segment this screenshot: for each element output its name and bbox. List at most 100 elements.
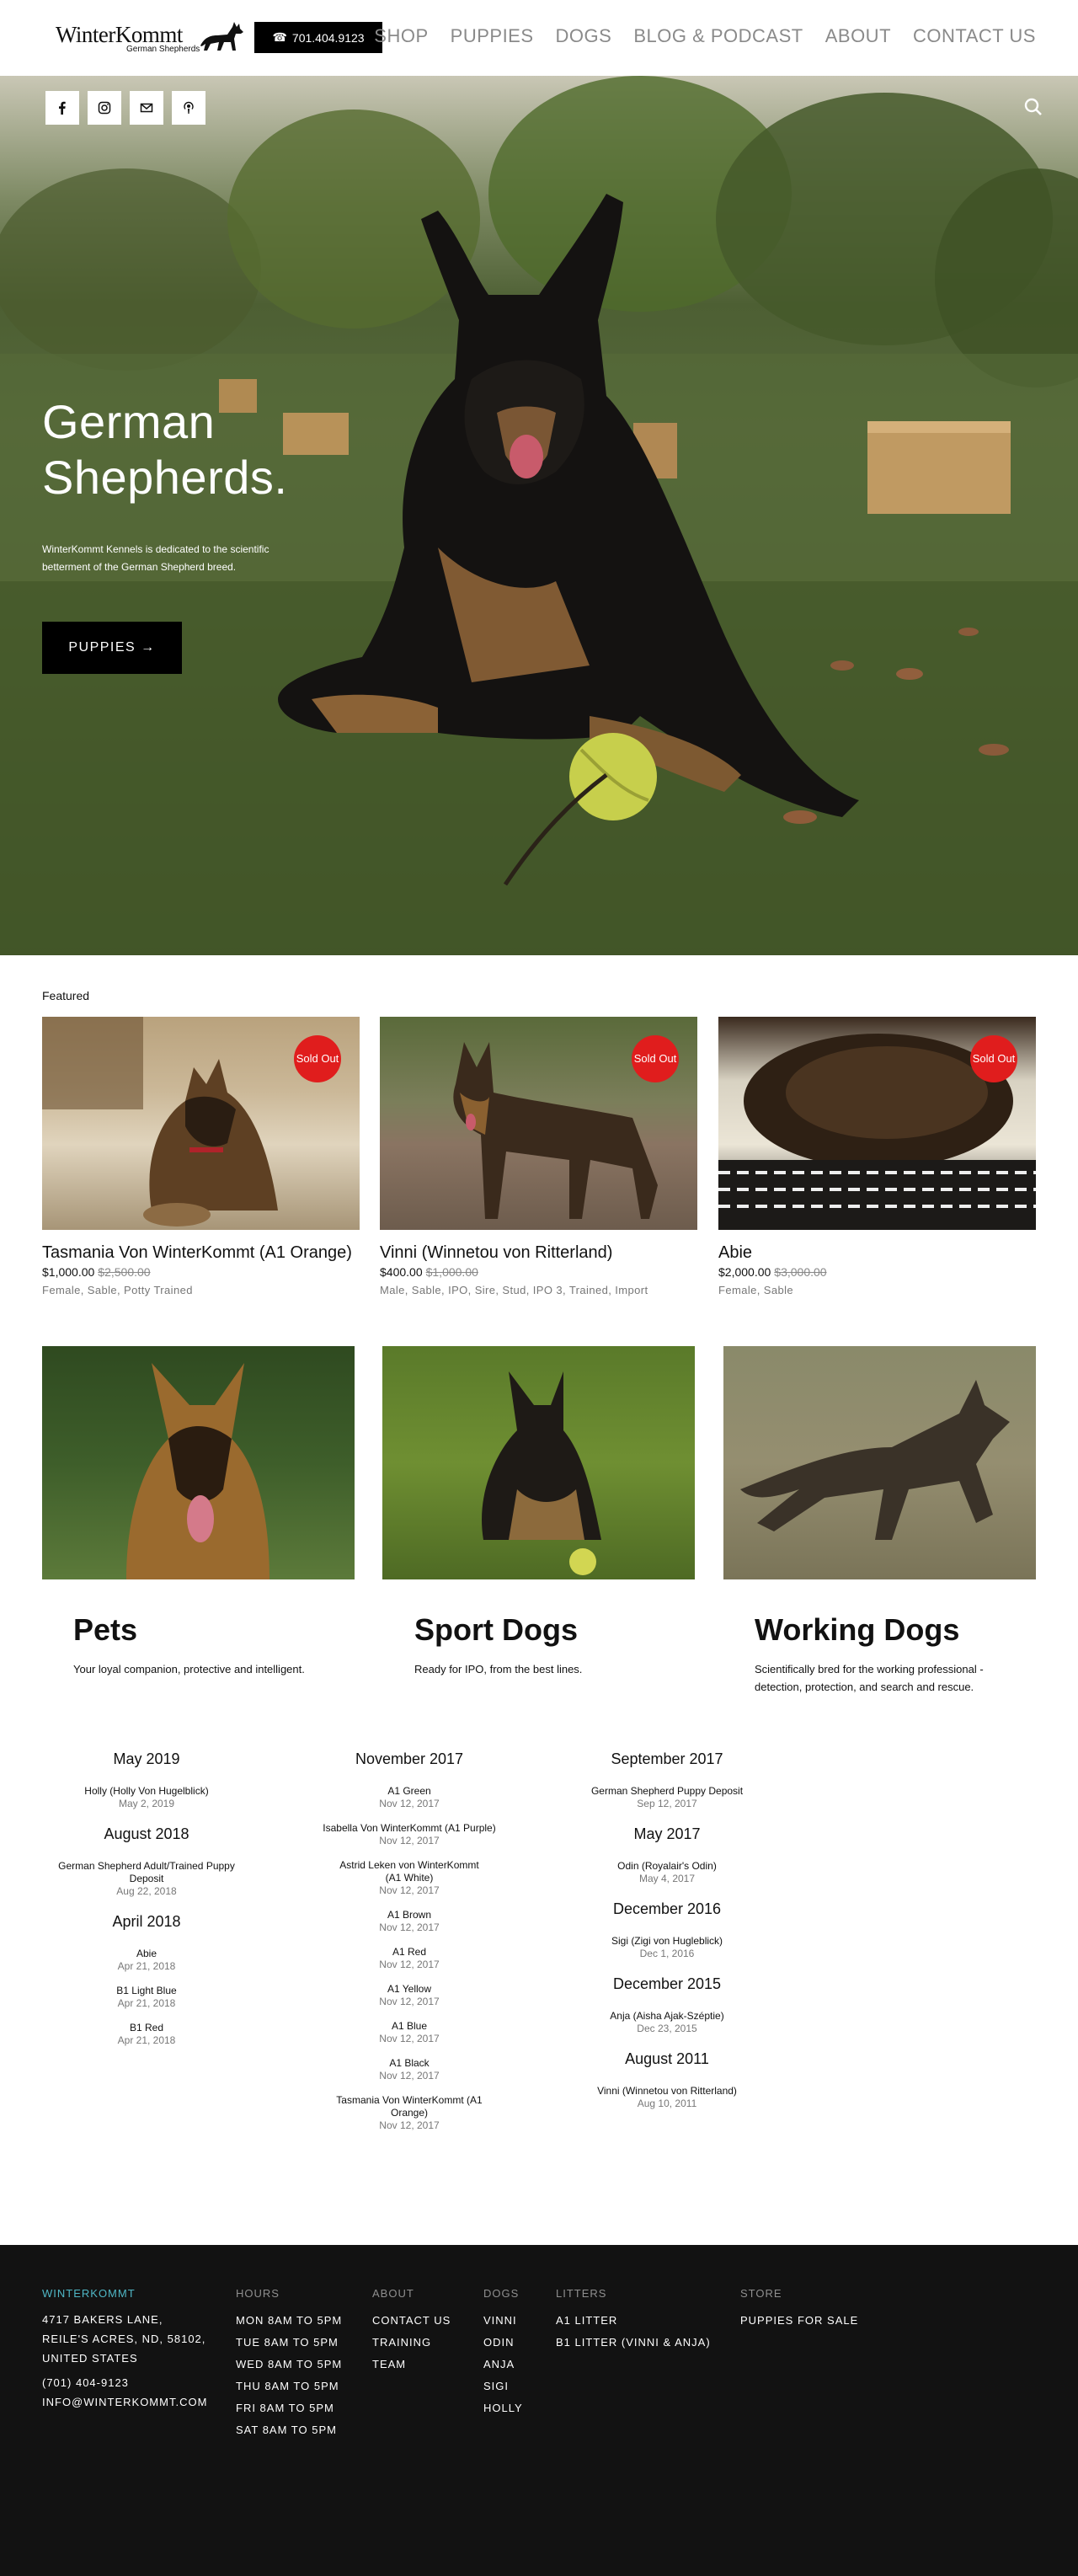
archive-entry[interactable]: A1 Yellow Nov 12, 2017 xyxy=(305,1983,514,2008)
archive-entry[interactable]: A1 Black Nov 12, 2017 xyxy=(305,2057,514,2082)
search-icon[interactable] xyxy=(1022,96,1044,118)
archive-month[interactable]: November 2017 xyxy=(305,1750,514,1768)
footer-link-vinni[interactable]: VINNI xyxy=(483,2310,523,2332)
archive-entry[interactable]: A1 Green Nov 12, 2017 xyxy=(305,1785,514,1810)
archive-entry[interactable]: Anja (Aisha Ajak-Széptie) Dec 23, 2015 xyxy=(563,2010,771,2035)
footer-email[interactable]: INFO@WINTERKOMMT.COM xyxy=(42,2392,207,2412)
entry-title[interactable]: Astrid Leken von WinterKommt (A1 White) xyxy=(332,1859,487,1884)
nav-contact[interactable]: CONTACT US xyxy=(913,25,1036,47)
archive-entry[interactable]: A1 Blue Nov 12, 2017 xyxy=(305,2020,514,2045)
archive-entry[interactable]: Sigi (Zigi von Hugleblick) Dec 1, 2016 xyxy=(563,1935,771,1960)
product-image[interactable]: Sold Out xyxy=(380,1017,697,1230)
entry-title[interactable]: A1 Blue xyxy=(305,2020,514,2033)
featured-label: Featured xyxy=(42,989,90,1002)
entry-date: Dec 1, 2016 xyxy=(639,1948,695,1959)
archive-entry[interactable]: A1 Red Nov 12, 2017 xyxy=(305,1946,514,1971)
site-logo[interactable]: WinterKommt German Shepherds xyxy=(56,20,244,56)
entry-title[interactable]: German Shepherd Puppy Deposit xyxy=(563,1785,771,1798)
nav-dogs[interactable]: DOGS xyxy=(556,25,612,47)
entry-title[interactable]: Sigi (Zigi von Hugleblick) xyxy=(563,1935,771,1948)
product-image[interactable]: Sold Out xyxy=(718,1017,1036,1230)
working-dogs-image[interactable] xyxy=(723,1346,1036,1579)
product-name[interactable]: Vinni (Winnetou von Ritterland) xyxy=(380,1242,697,1264)
working-dogs-title[interactable]: Working Dogs xyxy=(755,1612,959,1648)
instagram-link[interactable] xyxy=(88,91,121,125)
facebook-icon xyxy=(59,101,66,115)
entry-title[interactable]: A1 Red xyxy=(305,1946,514,1959)
pets-image[interactable] xyxy=(42,1346,355,1579)
archive-entry[interactable]: A1 Brown Nov 12, 2017 xyxy=(305,1909,514,1934)
footer-link-contact[interactable]: CONTACT US xyxy=(372,2310,451,2332)
archive-month[interactable]: September 2017 xyxy=(563,1750,771,1768)
footer-link-sigi[interactable]: SIGI xyxy=(483,2376,523,2397)
footer-link-odin[interactable]: ODIN xyxy=(483,2332,523,2354)
archive-entry[interactable]: Isabella Von WinterKommt (A1 Purple) Nov … xyxy=(305,1822,514,1847)
archive-month[interactable]: December 2015 xyxy=(563,1975,771,1993)
archive-month[interactable]: May 2017 xyxy=(563,1825,771,1843)
archive-entry[interactable]: German Shepherd Puppy Deposit Sep 12, 201… xyxy=(563,1785,771,1810)
product-image[interactable]: Sold Out xyxy=(42,1017,360,1230)
footer-link-anja[interactable]: ANJA xyxy=(483,2354,523,2376)
entry-title[interactable]: Anja (Aisha Ajak-Széptie) xyxy=(563,2010,771,2023)
nav-blog-podcast[interactable]: BLOG & PODCAST xyxy=(633,25,803,47)
nav-puppies[interactable]: PUPPIES xyxy=(451,25,534,47)
footer-link-a1-litter[interactable]: A1 LITTER xyxy=(556,2310,711,2332)
product-card[interactable]: Sold Out Vinni (Winnetou von Ritterland)… xyxy=(380,1017,697,1296)
archive-entry[interactable]: Odin (Royalair's Odin) May 4, 2017 xyxy=(563,1860,771,1885)
footer-link-b1-litter[interactable]: B1 LITTER (VINNI & ANJA) xyxy=(556,2332,711,2354)
pets-description: Your loyal companion, protective and int… xyxy=(73,1663,305,1675)
entry-title[interactable]: B1 Light Blue xyxy=(42,1985,251,1997)
archive-entry[interactable]: Vinni (Winnetou von Ritterland) Aug 10, 2… xyxy=(563,2085,771,2110)
product-card[interactable]: Sold Out Abie $2,000.00 $3,000.00 Female,… xyxy=(718,1017,1036,1296)
entry-title[interactable]: A1 Brown xyxy=(305,1909,514,1921)
archive-entry[interactable]: Astrid Leken von WinterKommt (A1 White) N… xyxy=(305,1859,514,1897)
entry-title[interactable]: German Shepherd Adult/Trained Puppy Depo… xyxy=(42,1860,251,1885)
footer-phone[interactable]: (701) 404-9123 xyxy=(42,2373,207,2392)
current-price: $2,000.00 xyxy=(718,1265,771,1279)
dog-silhouette-icon xyxy=(200,22,243,51)
archive-month[interactable]: December 2016 xyxy=(563,1900,771,1918)
footer-link-training[interactable]: TRAINING xyxy=(372,2332,451,2354)
entry-title[interactable]: Odin (Royalair's Odin) xyxy=(563,1860,771,1873)
archive-month[interactable]: May 2019 xyxy=(42,1750,251,1768)
sport-dogs-image[interactable] xyxy=(382,1346,695,1579)
podcast-link[interactable] xyxy=(172,91,205,125)
email-link[interactable] xyxy=(130,91,163,125)
product-name[interactable]: Abie xyxy=(718,1242,1036,1264)
archive-entry[interactable]: B1 Light Blue Apr 21, 2018 xyxy=(42,1985,251,2010)
entry-title[interactable]: Isabella Von WinterKommt (A1 Purple) xyxy=(305,1822,514,1835)
footer-hours: HOURS MON 8AM TO 5PM TUE 8AM TO 5PM WED … xyxy=(236,2287,342,2441)
archive-month[interactable]: August 2018 xyxy=(42,1825,251,1843)
entry-title[interactable]: Holly (Holly Von Hugelblick) xyxy=(42,1785,251,1798)
entry-title[interactable]: A1 Green xyxy=(305,1785,514,1798)
entry-title[interactable]: Vinni (Winnetou von Ritterland) xyxy=(563,2085,771,2098)
archive-month[interactable]: April 2018 xyxy=(42,1913,251,1931)
nav-shop[interactable]: SHOP xyxy=(374,25,428,47)
entry-title[interactable]: B1 Red xyxy=(42,2022,251,2034)
entry-title[interactable]: A1 Yellow xyxy=(305,1983,514,1996)
working-dogs-description: Scientifically bred for the working prof… xyxy=(755,1663,984,1693)
pets-title[interactable]: Pets xyxy=(73,1612,137,1648)
footer-link-puppies-for-sale[interactable]: PUPPIES FOR SALE xyxy=(740,2310,858,2332)
footer-link-team[interactable]: TEAM xyxy=(372,2354,451,2376)
sport-dogs-title[interactable]: Sport Dogs xyxy=(414,1612,578,1648)
pet-dog-photo xyxy=(126,1363,270,1579)
archive-entry[interactable]: Abie Apr 21, 2018 xyxy=(42,1948,251,1973)
archive-month[interactable]: August 2011 xyxy=(563,2050,771,2068)
nav-about[interactable]: ABOUT xyxy=(825,25,891,47)
main-nav: SHOP PUPPIES DOGS BLOG & PODCAST ABOUT C… xyxy=(352,25,1036,47)
entry-title[interactable]: Abie xyxy=(42,1948,251,1960)
archive-entry[interactable]: Holly (Holly Von Hugelblick) May 2, 2019 xyxy=(42,1785,251,1810)
entry-title[interactable]: A1 Black xyxy=(305,2057,514,2070)
product-name[interactable]: Tasmania Von WinterKommt (A1 Orange) xyxy=(42,1242,360,1264)
archive-entry[interactable]: German Shepherd Adult/Trained Puppy Depo… xyxy=(42,1860,251,1898)
footer-contact: WINTERKOMMT 4717 BAKERS LANE, REILE'S AC… xyxy=(42,2287,207,2412)
product-card[interactable]: Sold Out Tasmania Von WinterKommt (A1 Or… xyxy=(42,1017,360,1296)
facebook-link[interactable] xyxy=(45,91,79,125)
entry-title[interactable]: Tasmania Von WinterKommt (A1 Orange) xyxy=(332,2094,487,2119)
archive-entry[interactable]: B1 Red Apr 21, 2018 xyxy=(42,2022,251,2047)
archive-entry[interactable]: Tasmania Von WinterKommt (A1 Orange) Nov … xyxy=(305,2094,514,2132)
entry-date: Nov 12, 2017 xyxy=(379,1921,440,1933)
puppies-button[interactable]: PUPPIES → xyxy=(42,622,182,674)
footer-link-holly[interactable]: HOLLY xyxy=(483,2397,523,2419)
